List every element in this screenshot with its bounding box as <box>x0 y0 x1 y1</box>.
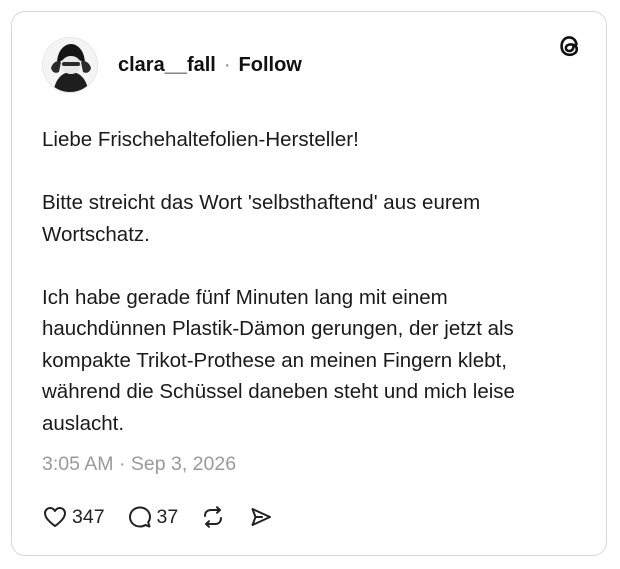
post-timestamp[interactable]: 3:05 AM · Sep 3, 2026 <box>42 453 236 476</box>
post-header: clara__fall · Follow <box>42 37 302 93</box>
comment-icon <box>128 506 151 528</box>
repost-icon <box>204 506 223 528</box>
reply-count: 37 <box>156 505 179 528</box>
follow-button[interactable]: Follow <box>239 54 302 77</box>
user-avatar-icon <box>43 38 97 92</box>
share-button[interactable] <box>248 504 274 530</box>
post-card: clara__fall · Follow Liebe Frischehaltef… <box>11 11 607 556</box>
threads-logo-icon[interactable] <box>556 32 584 60</box>
avatar[interactable] <box>42 37 98 93</box>
author-username[interactable]: clara__fall <box>118 54 216 77</box>
share-icon <box>251 508 272 526</box>
repost-button[interactable] <box>200 504 226 530</box>
like-count: 347 <box>72 505 105 528</box>
like-button[interactable]: 347 <box>42 504 105 530</box>
action-bar: 347 37 <box>42 502 296 532</box>
heart-icon <box>44 507 66 527</box>
header-separator: · <box>223 53 231 76</box>
post-paragraph: Bitte streicht das Wort 'selbsthaftend' … <box>42 191 481 246</box>
reply-button[interactable]: 37 <box>127 504 179 530</box>
post-text: Liebe Frischehaltefolien-Hersteller! Bit… <box>42 124 572 471</box>
post-paragraph: Liebe Frischehaltefolien-Hersteller! <box>42 128 359 151</box>
post-paragraph: Ich habe gerade fünf Minuten lang mit ei… <box>42 285 515 435</box>
